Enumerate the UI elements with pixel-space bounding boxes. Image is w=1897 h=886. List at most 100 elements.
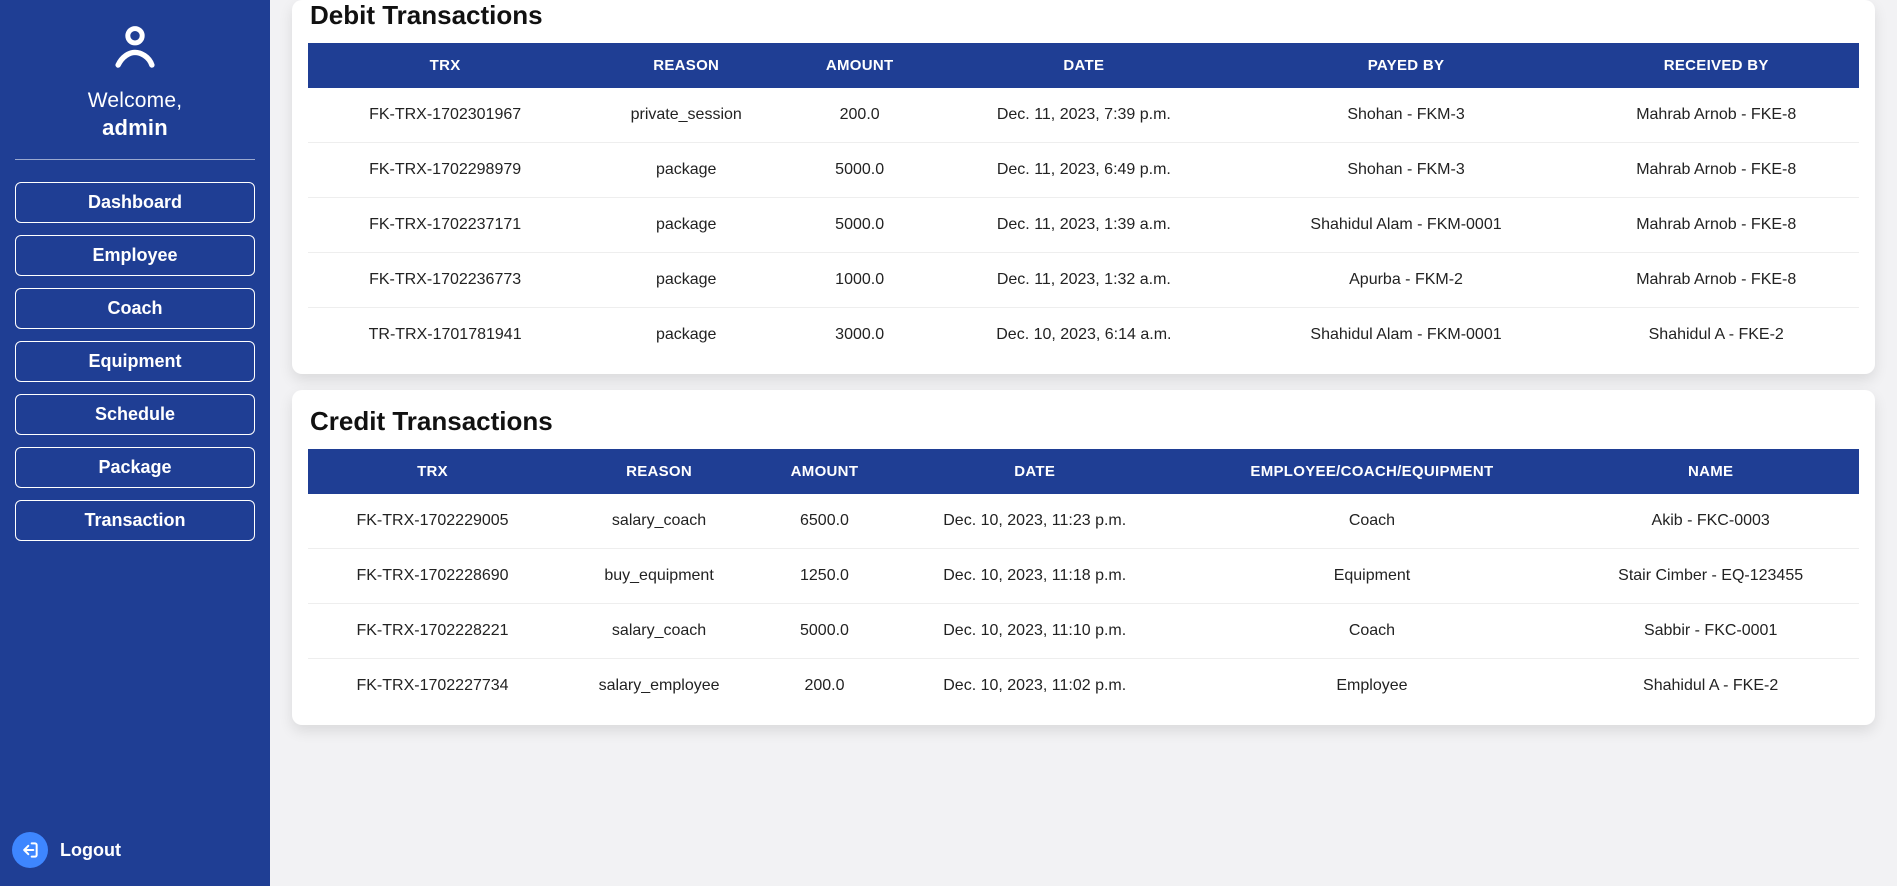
logout-label: Logout bbox=[60, 840, 121, 861]
logout-icon bbox=[12, 832, 48, 868]
cell-category: Employee bbox=[1182, 659, 1563, 714]
cell-amount: 1000.0 bbox=[790, 253, 929, 308]
credit-card: Credit Transactions TRX REASON AMOUNT DA… bbox=[292, 390, 1875, 725]
cell-reason: private_session bbox=[582, 88, 790, 143]
sidebar-nav: Dashboard Employee Coach Equipment Sched… bbox=[15, 182, 255, 541]
cell-trx: FK-TRX-1702228690 bbox=[308, 549, 557, 604]
cell-date: Dec. 11, 2023, 6:49 p.m. bbox=[929, 143, 1239, 198]
table-row: FK-TRX-1702228690buy_equipment1250.0Dec.… bbox=[308, 549, 1859, 604]
user-icon bbox=[108, 20, 162, 74]
cell-trx: FK-TRX-1702229005 bbox=[308, 494, 557, 549]
cell-category: Coach bbox=[1182, 604, 1563, 659]
credit-tbody: FK-TRX-1702229005salary_coach6500.0Dec. … bbox=[308, 494, 1859, 713]
cell-name: Stair Cimber - EQ-123455 bbox=[1562, 549, 1859, 604]
debit-table: TRX REASON AMOUNT DATE PAYED BY RECEIVED… bbox=[308, 43, 1859, 362]
welcome-block: Welcome, admin bbox=[88, 89, 183, 141]
cell-trx: FK-TRX-1702228221 bbox=[308, 604, 557, 659]
table-row: FK-TRX-1702227734salary_employee200.0Dec… bbox=[308, 659, 1859, 714]
credit-col-category: EMPLOYEE/COACH/EQUIPMENT bbox=[1182, 449, 1563, 494]
divider bbox=[15, 159, 255, 160]
credit-col-reason: REASON bbox=[557, 449, 761, 494]
debit-col-trx: TRX bbox=[308, 43, 582, 88]
cell-amount: 5000.0 bbox=[790, 143, 929, 198]
cell-date: Dec. 11, 2023, 1:32 a.m. bbox=[929, 253, 1239, 308]
nav-schedule[interactable]: Schedule bbox=[15, 394, 255, 435]
sidebar: Welcome, admin Dashboard Employee Coach … bbox=[0, 0, 270, 886]
credit-col-date: DATE bbox=[888, 449, 1182, 494]
cell-amount: 6500.0 bbox=[761, 494, 888, 549]
cell-amount: 1250.0 bbox=[761, 549, 888, 604]
logout-button[interactable]: Logout bbox=[12, 832, 121, 868]
table-row: FK-TRX-1702229005salary_coach6500.0Dec. … bbox=[308, 494, 1859, 549]
cell-trx: FK-TRX-1702236773 bbox=[308, 253, 582, 308]
cell-date: Dec. 10, 2023, 11:02 p.m. bbox=[888, 659, 1182, 714]
debit-col-date: DATE bbox=[929, 43, 1239, 88]
cell-reason: buy_equipment bbox=[557, 549, 761, 604]
cell-name: Sabbir - FKC-0001 bbox=[1562, 604, 1859, 659]
cell-trx: FK-TRX-1702298979 bbox=[308, 143, 582, 198]
table-row: FK-TRX-1702298979package5000.0Dec. 11, 2… bbox=[308, 143, 1859, 198]
cell-reason: package bbox=[582, 308, 790, 363]
main-content: Debit Transactions TRX REASON AMOUNT DAT… bbox=[270, 0, 1897, 886]
cell-date: Dec. 11, 2023, 1:39 a.m. bbox=[929, 198, 1239, 253]
cell-received_by: Mahrab Arnob - FKE-8 bbox=[1573, 253, 1859, 308]
avatar bbox=[108, 20, 162, 79]
cell-date: Dec. 10, 2023, 6:14 a.m. bbox=[929, 308, 1239, 363]
cell-payed_by: Shohan - FKM-3 bbox=[1239, 88, 1574, 143]
cell-date: Dec. 10, 2023, 11:18 p.m. bbox=[888, 549, 1182, 604]
username: admin bbox=[88, 115, 183, 141]
cell-trx: FK-TRX-1702227734 bbox=[308, 659, 557, 714]
credit-table: TRX REASON AMOUNT DATE EMPLOYEE/COACH/EQ… bbox=[308, 449, 1859, 713]
table-row: FK-TRX-1702228221salary_coach5000.0Dec. … bbox=[308, 604, 1859, 659]
cell-received_by: Mahrab Arnob - FKE-8 bbox=[1573, 198, 1859, 253]
nav-dashboard[interactable]: Dashboard bbox=[15, 182, 255, 223]
cell-received_by: Mahrab Arnob - FKE-8 bbox=[1573, 88, 1859, 143]
credit-thead: TRX REASON AMOUNT DATE EMPLOYEE/COACH/EQ… bbox=[308, 449, 1859, 494]
cell-reason: salary_coach bbox=[557, 604, 761, 659]
cell-reason: package bbox=[582, 143, 790, 198]
cell-amount: 5000.0 bbox=[790, 198, 929, 253]
cell-received_by: Shahidul A - FKE-2 bbox=[1573, 308, 1859, 363]
cell-reason: package bbox=[582, 198, 790, 253]
cell-amount: 200.0 bbox=[790, 88, 929, 143]
table-row: FK-TRX-1702237171package5000.0Dec. 11, 2… bbox=[308, 198, 1859, 253]
welcome-label: Welcome, bbox=[88, 89, 183, 113]
nav-equipment[interactable]: Equipment bbox=[15, 341, 255, 382]
cell-payed_by: Shahidul Alam - FKM-0001 bbox=[1239, 198, 1574, 253]
cell-trx: TR-TRX-1701781941 bbox=[308, 308, 582, 363]
cell-date: Dec. 10, 2023, 11:23 p.m. bbox=[888, 494, 1182, 549]
debit-thead: TRX REASON AMOUNT DATE PAYED BY RECEIVED… bbox=[308, 43, 1859, 88]
cell-payed_by: Shohan - FKM-3 bbox=[1239, 143, 1574, 198]
cell-reason: salary_employee bbox=[557, 659, 761, 714]
cell-amount: 200.0 bbox=[761, 659, 888, 714]
credit-title: Credit Transactions bbox=[310, 406, 1859, 437]
table-row: TR-TRX-1701781941package3000.0Dec. 10, 2… bbox=[308, 308, 1859, 363]
debit-tbody: FK-TRX-1702301967private_session200.0Dec… bbox=[308, 88, 1859, 362]
nav-coach[interactable]: Coach bbox=[15, 288, 255, 329]
credit-col-name: NAME bbox=[1562, 449, 1859, 494]
table-row: FK-TRX-1702236773package1000.0Dec. 11, 2… bbox=[308, 253, 1859, 308]
nav-employee[interactable]: Employee bbox=[15, 235, 255, 276]
debit-col-receivedby: RECEIVED BY bbox=[1573, 43, 1859, 88]
cell-reason: salary_coach bbox=[557, 494, 761, 549]
cell-name: Shahidul A - FKE-2 bbox=[1562, 659, 1859, 714]
debit-col-amount: AMOUNT bbox=[790, 43, 929, 88]
cell-date: Dec. 10, 2023, 11:10 p.m. bbox=[888, 604, 1182, 659]
cell-payed_by: Shahidul Alam - FKM-0001 bbox=[1239, 308, 1574, 363]
debit-card: Debit Transactions TRX REASON AMOUNT DAT… bbox=[292, 0, 1875, 374]
cell-payed_by: Apurba - FKM-2 bbox=[1239, 253, 1574, 308]
cell-name: Akib - FKC-0003 bbox=[1562, 494, 1859, 549]
cell-received_by: Mahrab Arnob - FKE-8 bbox=[1573, 143, 1859, 198]
nav-transaction[interactable]: Transaction bbox=[15, 500, 255, 541]
nav-package[interactable]: Package bbox=[15, 447, 255, 488]
table-row: FK-TRX-1702301967private_session200.0Dec… bbox=[308, 88, 1859, 143]
cell-trx: FK-TRX-1702237171 bbox=[308, 198, 582, 253]
debit-col-reason: REASON bbox=[582, 43, 790, 88]
cell-reason: package bbox=[582, 253, 790, 308]
credit-col-amount: AMOUNT bbox=[761, 449, 888, 494]
debit-col-payedby: PAYED BY bbox=[1239, 43, 1574, 88]
cell-category: Equipment bbox=[1182, 549, 1563, 604]
cell-trx: FK-TRX-1702301967 bbox=[308, 88, 582, 143]
cell-amount: 3000.0 bbox=[790, 308, 929, 363]
credit-col-trx: TRX bbox=[308, 449, 557, 494]
